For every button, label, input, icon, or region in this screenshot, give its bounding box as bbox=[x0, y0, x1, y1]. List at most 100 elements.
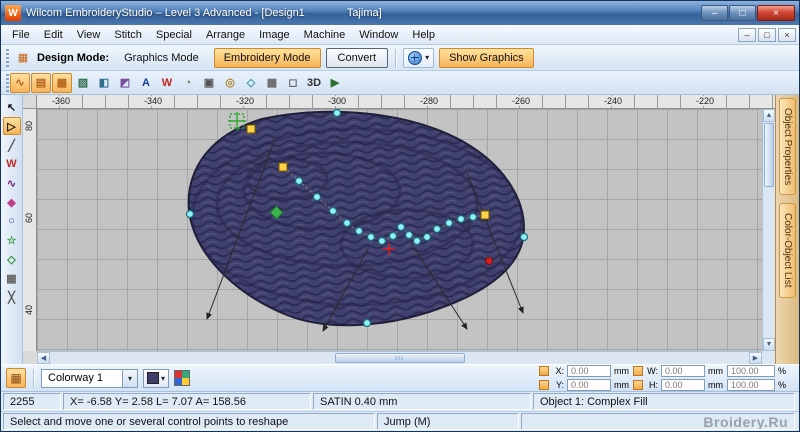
hruler-label: -240 bbox=[601, 96, 625, 106]
convert-button[interactable]: Convert bbox=[325, 47, 389, 68]
sequin-icon[interactable]: ◎ bbox=[220, 73, 240, 93]
horizontal-scroll-thumb[interactable] bbox=[334, 353, 465, 363]
hoop-globe-button[interactable]: ▾ bbox=[403, 47, 435, 68]
hruler-label: -300 bbox=[325, 96, 349, 106]
polygon-tool[interactable]: ◇ bbox=[3, 250, 21, 268]
reshape-tool[interactable]: ▷ bbox=[2, 117, 21, 135]
colorway-selected-value: Colorway 1 bbox=[48, 372, 104, 384]
monogram-icon[interactable]: W bbox=[157, 73, 177, 93]
color-palette-icon[interactable] bbox=[174, 370, 191, 386]
x-input[interactable]: 0.00 bbox=[567, 365, 611, 377]
minimize-button[interactable]: – bbox=[701, 5, 728, 21]
toolbar-grip[interactable] bbox=[6, 48, 9, 67]
app-window: W Wilcom EmbroideryStudio – Level 3 Adva… bbox=[0, 0, 800, 432]
menu-window[interactable]: Window bbox=[352, 27, 405, 43]
mdi-restore-button[interactable]: □ bbox=[758, 27, 776, 42]
window-title-format: Tajima] bbox=[346, 7, 382, 19]
design-canvas[interactable] bbox=[37, 109, 762, 351]
stitch-toolbox-icon[interactable]: ▦ bbox=[14, 49, 32, 67]
design-svg bbox=[185, 109, 529, 332]
motif-fill-icon[interactable]: ▧ bbox=[73, 73, 93, 93]
menu-machine[interactable]: Machine bbox=[297, 27, 353, 43]
vruler-label: 80 bbox=[24, 119, 34, 134]
toolbar-grip[interactable] bbox=[6, 73, 9, 92]
show-graphics-button[interactable]: Show Graphics bbox=[439, 47, 534, 68]
stitch-type-status: SATIN 0.40 mm bbox=[313, 393, 531, 410]
run-digitize-tool[interactable]: ∿ bbox=[3, 174, 21, 192]
workspace: ↖ ▷ ╱ W ∿ ◆ ○ ☆ ◇ ▦ ╳ -360 -340 -320 -300 -280 -260 -240… bbox=[1, 95, 799, 364]
fancy-fill-icon[interactable]: ◩ bbox=[115, 73, 135, 93]
hoop-toggle-icon[interactable]: ◻ bbox=[283, 73, 303, 93]
hint-text: Select and move one or several control p… bbox=[3, 413, 375, 430]
scroll-right-icon[interactable]: ▶ bbox=[749, 352, 762, 364]
stitch-count: 2255 bbox=[3, 393, 61, 410]
scroll-left-icon[interactable]: ◀ bbox=[37, 352, 50, 364]
graphics-mode-button[interactable]: Graphics Mode bbox=[114, 48, 209, 68]
app-logo-icon: W bbox=[5, 5, 21, 21]
photo-flash-icon[interactable]: ▣ bbox=[199, 73, 219, 93]
hruler-label: -280 bbox=[417, 96, 441, 106]
run-stitch-icon[interactable]: ∿ bbox=[10, 72, 30, 93]
y-input[interactable]: 0.00 bbox=[567, 379, 611, 391]
lettering-icon[interactable]: A bbox=[136, 73, 156, 93]
vruler-label: 60 bbox=[24, 211, 34, 226]
watermark-area: Broidery.Ru bbox=[521, 413, 795, 430]
h-label: H: bbox=[649, 380, 658, 390]
ellipse-tool[interactable]: ○ bbox=[3, 212, 21, 230]
tab-object-properties[interactable]: Object Properties bbox=[779, 98, 796, 196]
scale-y-input[interactable]: 100.00 bbox=[727, 379, 775, 391]
pattern-stamp-tool[interactable]: ▦ bbox=[3, 269, 21, 287]
tab-color-object-list[interactable]: Color-Object List bbox=[779, 203, 796, 298]
hruler-label: -320 bbox=[233, 96, 257, 106]
scroll-down-icon[interactable]: ▼ bbox=[763, 338, 775, 351]
current-color-button[interactable]: ▾ bbox=[143, 368, 170, 388]
menu-file[interactable]: File bbox=[5, 27, 37, 43]
stitch-player-icon[interactable]: ▶ bbox=[325, 73, 345, 93]
scrollbar-spacer bbox=[23, 351, 37, 364]
colorway-select[interactable]: Colorway 1 ▾ bbox=[41, 368, 138, 388]
measure-tool[interactable]: ╱ bbox=[3, 136, 21, 154]
design-mode-label: Design Mode: bbox=[37, 51, 110, 64]
satin-stitch-icon[interactable]: ▤ bbox=[31, 72, 51, 93]
menu-image[interactable]: Image bbox=[252, 27, 297, 43]
embroidery-mode-button[interactable]: Embroidery Mode bbox=[213, 47, 321, 68]
tatami-fill-icon[interactable]: ▦ bbox=[52, 72, 72, 93]
lettering-tool[interactable]: W bbox=[3, 155, 21, 173]
star-tool[interactable]: ☆ bbox=[3, 231, 21, 249]
mdi-close-button[interactable]: × bbox=[778, 27, 796, 42]
fill-digitize-tool[interactable]: ◆ bbox=[3, 193, 21, 211]
width-input[interactable]: 0.00 bbox=[661, 365, 705, 377]
select-tool[interactable]: ↖ bbox=[3, 98, 21, 116]
3d-view-icon[interactable]: 3D bbox=[304, 73, 324, 93]
vertical-scrollbar[interactable]: ▲ ▼ bbox=[762, 109, 775, 351]
grid-toggle-icon[interactable]: ▦ bbox=[262, 73, 282, 93]
y-unit: mm bbox=[614, 380, 629, 390]
stitch-mark-point[interactable] bbox=[485, 257, 493, 265]
vertical-scroll-thumb[interactable] bbox=[764, 123, 774, 187]
height-input[interactable]: 0.00 bbox=[661, 379, 705, 391]
menu-arrange[interactable]: Arrange bbox=[199, 27, 252, 43]
scroll-up-icon[interactable]: ▲ bbox=[763, 109, 775, 122]
knife-tool[interactable]: ╳ bbox=[3, 288, 21, 306]
menu-special[interactable]: Special bbox=[149, 27, 199, 43]
vruler-label: 40 bbox=[24, 303, 34, 318]
menu-view[interactable]: View bbox=[70, 27, 108, 43]
menu-edit[interactable]: Edit bbox=[37, 27, 70, 43]
menu-stitch[interactable]: Stitch bbox=[107, 27, 149, 43]
contour-fill-icon[interactable]: ◧ bbox=[94, 73, 114, 93]
menu-help[interactable]: Help bbox=[405, 27, 442, 43]
colorway-editor-icon[interactable]: ▦ bbox=[6, 368, 26, 388]
horizontal-scrollbar[interactable]: ◀ ▶ bbox=[23, 351, 775, 364]
maximize-button[interactable]: □ bbox=[729, 5, 756, 21]
bling-icon[interactable]: ◇ bbox=[241, 73, 261, 93]
mdi-minimize-button[interactable]: – bbox=[738, 27, 756, 42]
chevron-down-icon[interactable]: ▾ bbox=[122, 369, 137, 387]
vertical-ruler: 80604020 bbox=[23, 109, 37, 351]
color-toolbar: ▦ Colorway 1 ▾ ▾ X: 0.00 mm W: 0.00 mm 1… bbox=[1, 364, 799, 392]
applique-icon[interactable]: ◔ bbox=[178, 73, 198, 93]
w-label: W: bbox=[647, 366, 658, 376]
x-label: X: bbox=[555, 366, 564, 376]
horizontal-ruler-ticks: -360 -340 -320 -300 -280 -260 -240 -220 bbox=[37, 95, 775, 108]
scale-x-input[interactable]: 100.00 bbox=[727, 365, 775, 377]
close-button[interactable]: × bbox=[757, 5, 795, 21]
